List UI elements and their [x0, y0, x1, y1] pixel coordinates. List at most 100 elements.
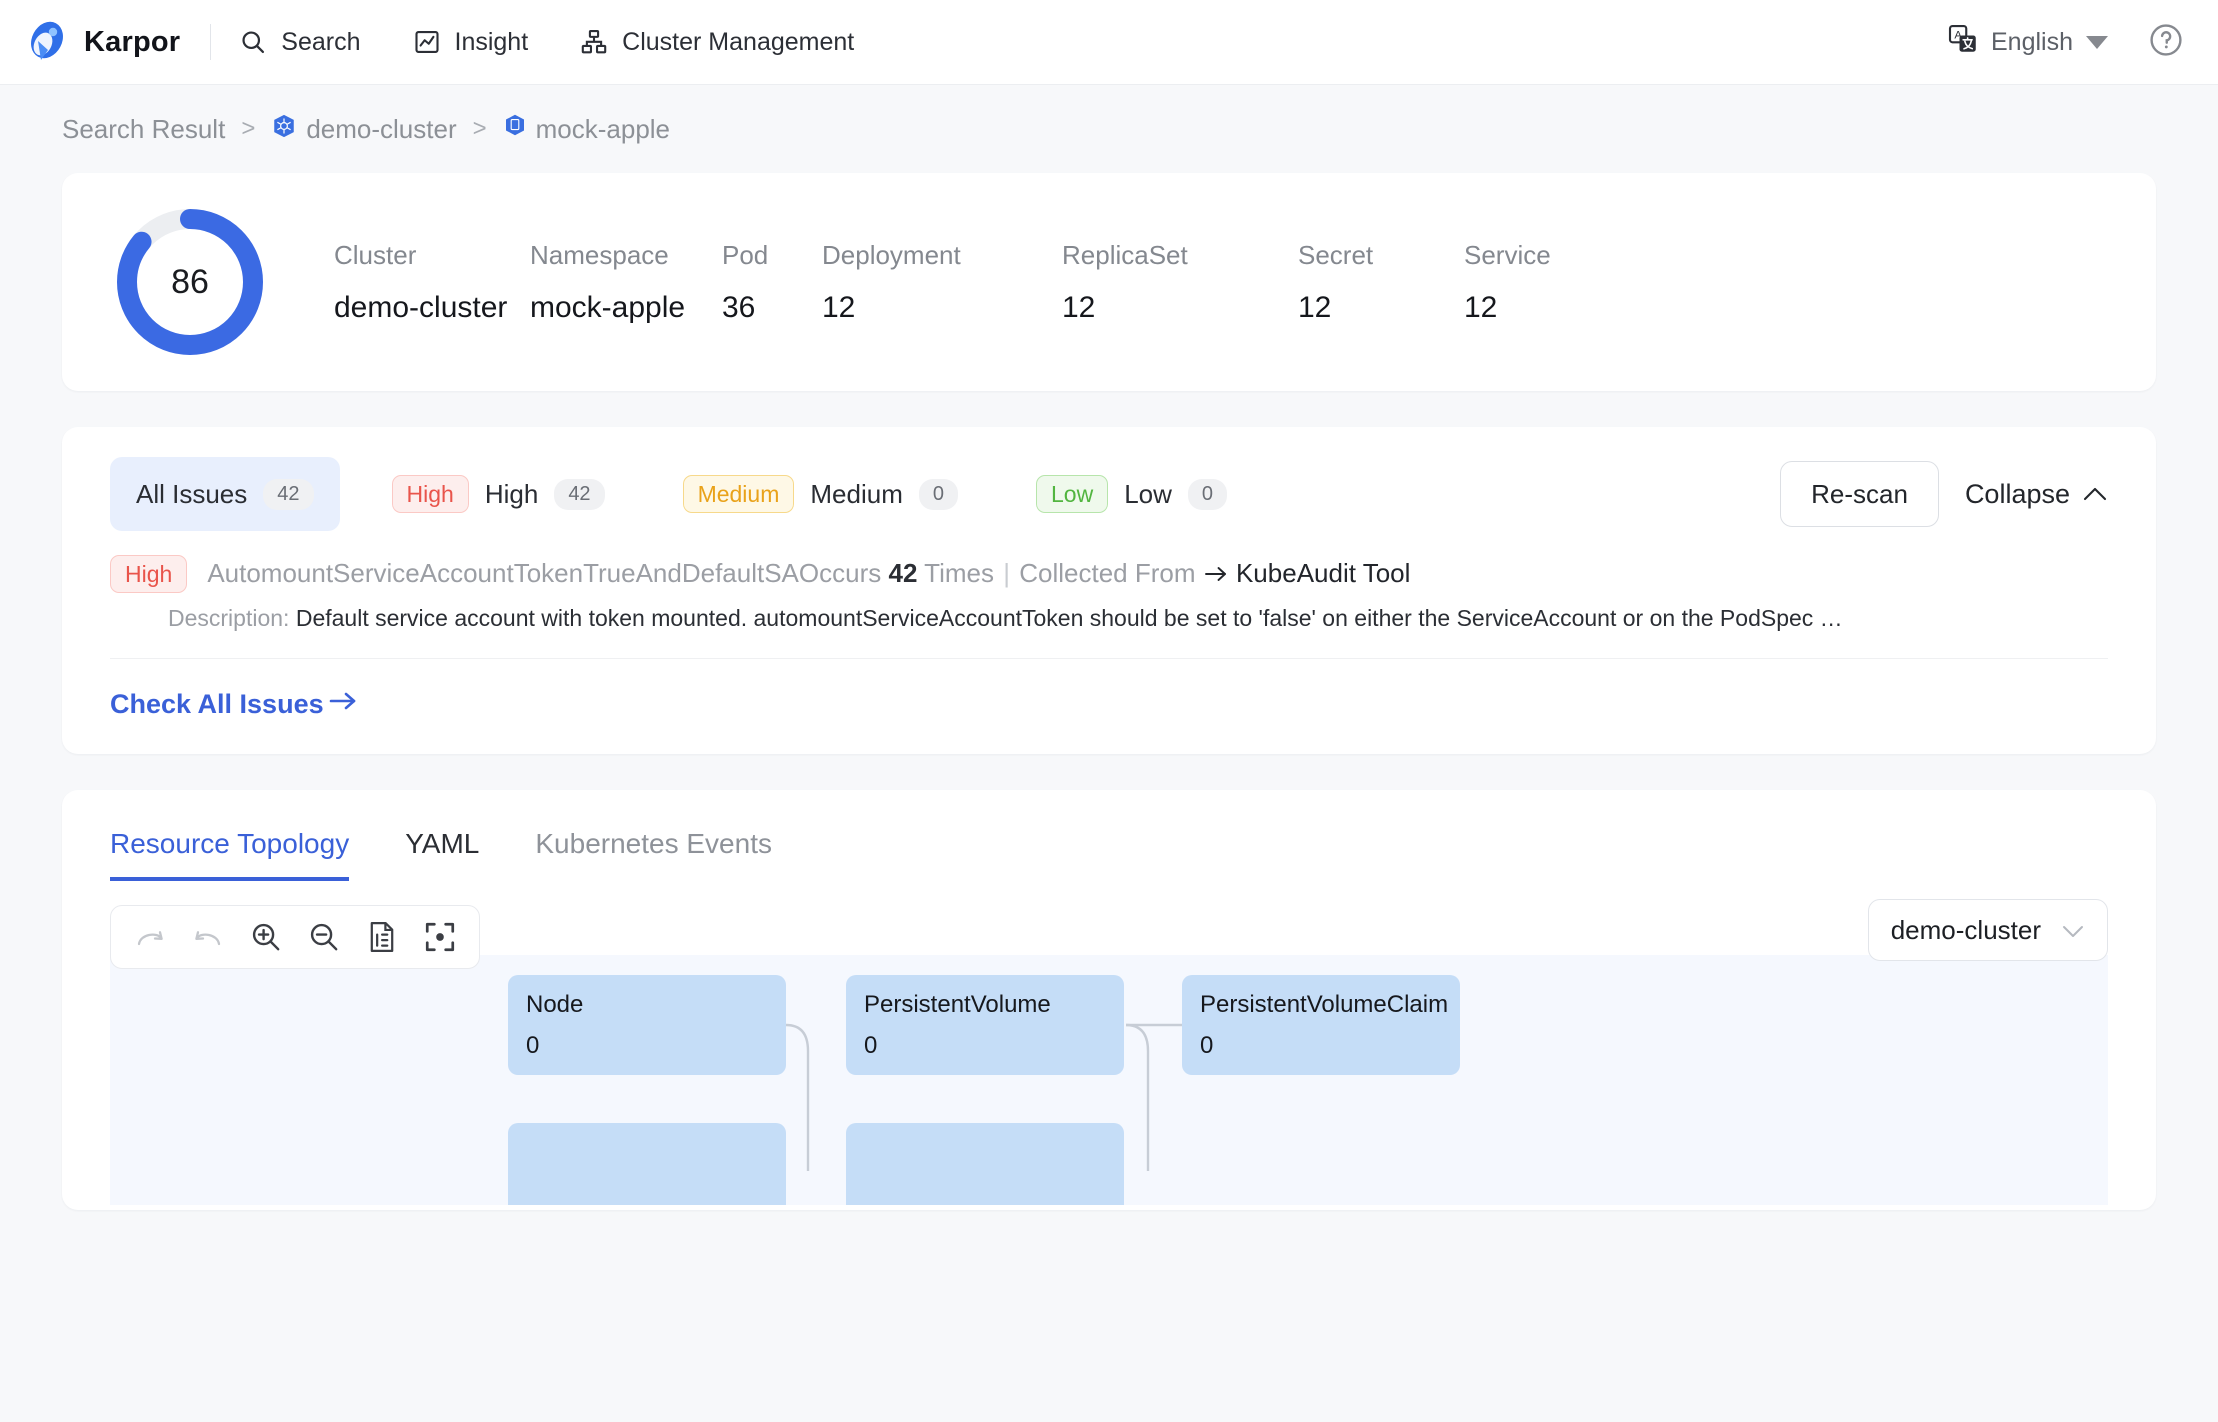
issues-filter-bar: All Issues 42 High High 42 Medium Medium… — [110, 457, 2108, 531]
stat-cluster-label: Cluster — [334, 240, 530, 271]
check-all-issues-label: Check All Issues — [110, 689, 324, 720]
breadcrumb-separator-1: > — [473, 115, 487, 143]
breadcrumb-label-0: Search Result — [62, 114, 225, 145]
undo-icon[interactable] — [179, 907, 237, 967]
issue-occurrences: 42 — [888, 558, 917, 588]
cluster-select[interactable]: demo-cluster — [1868, 899, 2108, 961]
stat-cluster: Cluster demo-cluster — [334, 240, 530, 325]
filter-all-issues-count: 42 — [263, 479, 313, 510]
filter-all-issues[interactable]: All Issues 42 — [110, 457, 340, 531]
stat-replicaset-value: 12 — [1062, 291, 1298, 325]
issue-description-wrap: Description: Default service account wit… — [168, 605, 2108, 632]
stat-namespace: Namespace mock-apple — [530, 240, 722, 325]
stat-namespace-label: Namespace — [530, 240, 722, 271]
chevron-down-icon — [2086, 36, 2108, 49]
language-label: English — [1991, 28, 2073, 57]
graph-node-row2-a[interactable] — [508, 1123, 786, 1205]
issue-description: Default service account with token mount… — [296, 605, 1843, 631]
stat-replicaset: ReplicaSet 12 — [1062, 240, 1298, 325]
graph-node-title-1: PersistentVolume — [864, 991, 1106, 1020]
redo-icon[interactable] — [121, 907, 179, 967]
tab-yaml[interactable]: YAML — [405, 828, 479, 881]
issue-source: KubeAudit Tool — [1236, 558, 1410, 588]
breadcrumb-label-1: demo-cluster — [306, 114, 456, 145]
stat-deployment-value: 12 — [822, 291, 1062, 325]
filter-medium[interactable]: Medium Medium 0 — [657, 457, 984, 531]
stat-secret-label: Secret — [1298, 240, 1464, 271]
filter-low[interactable]: Low Low 0 — [1010, 457, 1253, 531]
filter-low-count: 0 — [1188, 479, 1227, 510]
center-focus-icon[interactable] — [411, 907, 469, 967]
resource-detail-card: Resource Topology YAML Kubernetes Events — [62, 790, 2156, 1210]
nav-items: Search Insight Cluster Management — [239, 28, 854, 57]
breadcrumb-item-search-result[interactable]: Search Result — [62, 114, 225, 145]
graph-node-value-0: 0 — [526, 1032, 768, 1061]
kubernetes-icon — [271, 113, 297, 146]
severity-tag-medium: Medium — [683, 475, 795, 513]
graph-node-title-0: Node — [526, 991, 768, 1020]
breadcrumb-item-demo-cluster[interactable]: demo-cluster — [271, 113, 456, 146]
filter-all-issues-label: All Issues — [136, 479, 247, 510]
insight-chart-icon — [413, 28, 441, 56]
issues-actions: Re-scan Collapse — [1780, 461, 2108, 527]
stat-service-label: Service — [1464, 240, 1624, 271]
question-circle-icon[interactable] — [2148, 22, 2184, 63]
graph-node-persistentvolume[interactable]: PersistentVolume 0 — [846, 975, 1124, 1075]
collapse-label: Collapse — [1965, 479, 2070, 510]
breadcrumb-separator-0: > — [241, 115, 255, 143]
brand[interactable]: Karpor — [24, 19, 180, 65]
severity-tag-low: Low — [1036, 475, 1108, 513]
breadcrumb-item-mock-apple[interactable]: mock-apple — [503, 113, 670, 146]
stat-pod-value: 36 — [722, 291, 822, 325]
graph-node-node[interactable]: Node 0 — [508, 975, 786, 1075]
nav-item-cluster-management-label: Cluster Management — [622, 28, 854, 57]
nav-item-search[interactable]: Search — [239, 28, 360, 57]
nav-item-insight[interactable]: Insight — [413, 28, 529, 57]
stat-pod: Pod 36 — [722, 240, 822, 325]
stat-namespace-value: mock-apple — [530, 291, 722, 325]
issue-separator: | — [1003, 558, 1010, 588]
score-value: 86 — [110, 202, 270, 362]
language-selector[interactable]: A English — [1948, 24, 2108, 61]
chevron-up-icon — [2082, 479, 2108, 510]
topology-area: demo-cluster Node 0 — [110, 905, 2108, 1165]
nav-item-cluster-management[interactable]: Cluster Management — [580, 28, 854, 57]
filter-high-count: 42 — [554, 479, 604, 510]
graph-node-row2-b[interactable] — [846, 1123, 1124, 1205]
breadcrumb-label-2: mock-apple — [536, 114, 670, 145]
issue-row[interactable]: High AutomountServiceAccountTokenTrueAnd… — [110, 531, 2108, 659]
namespace-icon — [503, 113, 527, 146]
filter-low-label: Low — [1124, 479, 1172, 510]
graph-node-persistentvolumeclaim[interactable]: PersistentVolumeClaim 0 — [1182, 975, 1460, 1075]
tab-yaml-label: YAML — [405, 828, 479, 859]
filter-high[interactable]: High High 42 — [366, 457, 631, 531]
graph-node-value-1: 0 — [864, 1032, 1106, 1061]
zoom-in-icon[interactable] — [237, 907, 295, 967]
cluster-select-value: demo-cluster — [1891, 915, 2041, 946]
filter-high-label: High — [485, 479, 538, 510]
nav-item-insight-label: Insight — [455, 28, 529, 57]
tab-kubernetes-events[interactable]: Kubernetes Events — [535, 828, 772, 881]
karpor-logo-icon — [24, 19, 70, 65]
search-icon — [239, 28, 267, 56]
stat-replicaset-label: ReplicaSet — [1062, 240, 1298, 271]
issue-title-wrap: AutomountServiceAccountTokenTrueAndDefau… — [207, 558, 1410, 591]
arrow-right-icon — [328, 689, 358, 720]
re-scan-button[interactable]: Re-scan — [1780, 461, 1939, 527]
stat-deployment-label: Deployment — [822, 240, 1062, 271]
collapse-toggle[interactable]: Collapse — [1965, 479, 2108, 510]
stat-service-value: 12 — [1464, 291, 1624, 325]
topology-graph[interactable]: Node 0 PersistentVolume 0 PersistentVolu… — [110, 955, 2108, 1205]
issue-times-label: Times — [924, 558, 994, 588]
translate-icon: A — [1948, 24, 1978, 61]
issues-card: All Issues 42 High High 42 Medium Medium… — [62, 427, 2156, 754]
nav-divider — [210, 24, 211, 60]
score-donut-chart: 86 — [110, 202, 270, 362]
check-all-issues-link[interactable]: Check All Issues — [110, 689, 358, 720]
issue-headline: High AutomountServiceAccountTokenTrueAnd… — [110, 555, 2108, 593]
filter-medium-count: 0 — [919, 479, 958, 510]
arrow-right-icon — [1203, 560, 1229, 591]
fit-view-icon[interactable] — [353, 907, 411, 967]
zoom-out-icon[interactable] — [295, 907, 353, 967]
tab-resource-topology[interactable]: Resource Topology — [110, 828, 349, 881]
